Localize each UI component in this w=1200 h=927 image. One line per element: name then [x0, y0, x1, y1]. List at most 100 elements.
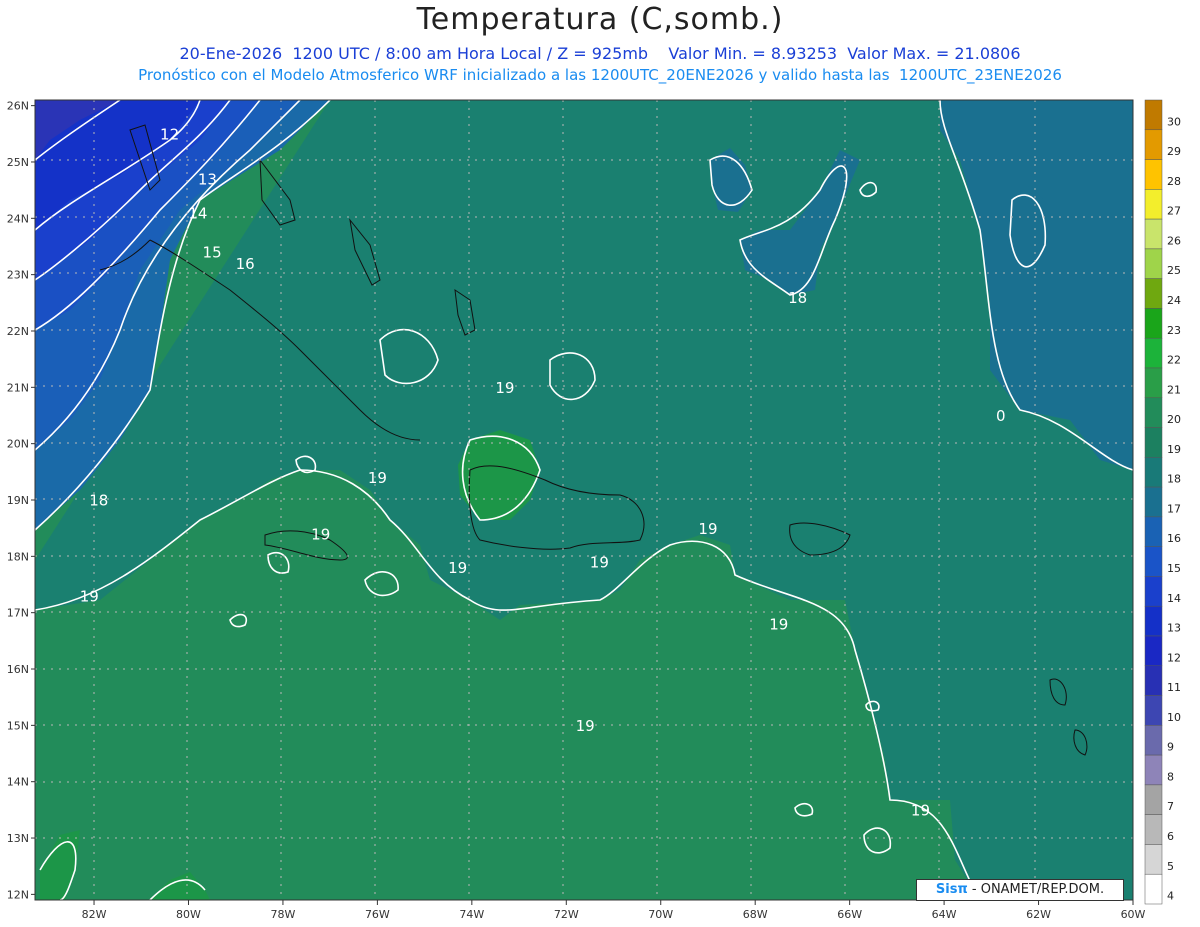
colorbar-swatch	[1144, 725, 1163, 756]
lat-tick-label: 19N	[7, 494, 29, 507]
lat-tick-label: 25N	[7, 156, 29, 169]
lat-tick-label: 21N	[7, 381, 29, 394]
contour-label: 19	[576, 717, 595, 735]
lon-tick-label: 72W	[554, 908, 579, 921]
colorbar-label: 4	[1167, 890, 1174, 903]
colorbar-label: 29	[1167, 145, 1181, 158]
lon-tick-label: 60W	[1121, 908, 1146, 921]
lat-tick-label: 18N	[7, 550, 29, 563]
colorbar-swatch	[1144, 516, 1163, 547]
colorbar-swatch	[1144, 218, 1163, 250]
colorbar-label: 14	[1167, 592, 1181, 605]
contour-label: 19	[80, 587, 99, 605]
lat-tick-label: 15N	[7, 719, 29, 732]
contour-label: 19	[590, 554, 609, 572]
contour-label: 19	[311, 525, 330, 543]
colorbar-label: 28	[1167, 175, 1181, 188]
lat-tick-label: 23N	[7, 269, 29, 282]
lon-tick-label: 80W	[176, 908, 201, 921]
colorbar-label: 6	[1167, 830, 1174, 843]
colorbar-label: 26	[1167, 234, 1181, 247]
colorbar-swatch	[1144, 635, 1163, 667]
colorbar-swatch	[1144, 665, 1163, 696]
colorbar-label: 18	[1167, 473, 1181, 486]
contour-label: 19	[911, 801, 930, 819]
contour-label: 15	[203, 244, 222, 262]
contour-label: 19	[448, 559, 467, 577]
lat-tick-label: 12N	[7, 888, 29, 901]
colorbar: 30 29 28 27 26 25 24 23 22 21 20 19 18 17 16 15 14 13 12 11…	[1144, 99, 1181, 905]
contour-label: 0	[996, 407, 1006, 425]
lat-tick-label: 17N	[7, 607, 29, 620]
temperature-map: 12131415161819191919191919191919180 82W 8…	[7, 99, 1181, 921]
colorbar-label: 10	[1167, 711, 1181, 724]
contour-label: 18	[89, 492, 108, 510]
colorbar-label: 27	[1167, 205, 1181, 218]
longitude-axis: 82W 80W 78W 76W 74W 72W 70W 68W 66W 64W 62W 60W	[82, 900, 1146, 921]
colorbar-swatch	[1144, 784, 1163, 815]
colorbar-swatch	[1144, 397, 1163, 428]
contour-label: 19	[495, 379, 514, 397]
lon-tick-label: 78W	[270, 908, 295, 921]
contour-label: 19	[698, 520, 717, 538]
colorbar-swatch	[1144, 844, 1163, 875]
colorbar-swatch	[1144, 99, 1163, 131]
colorbar-swatch	[1144, 695, 1163, 726]
colorbar-label: 21	[1167, 383, 1181, 396]
colorbar-swatch	[1144, 189, 1163, 220]
colorbar-label: 19	[1167, 443, 1181, 456]
colorbar-swatch	[1144, 605, 1163, 637]
lon-tick-label: 74W	[459, 908, 484, 921]
colorbar-swatch	[1144, 308, 1163, 339]
colorbar-label: 30	[1167, 115, 1181, 128]
lon-tick-label: 76W	[365, 908, 390, 921]
colorbar-swatch	[1144, 427, 1163, 458]
colorbar-label: 24	[1167, 294, 1181, 307]
credit-box: Sisπ - ONAMET/REP.DOM.	[916, 879, 1124, 901]
colorbar-swatch	[1144, 486, 1163, 518]
lat-tick-label: 22N	[7, 325, 29, 338]
contour-label: 12	[160, 125, 179, 143]
colorbar-swatch	[1144, 129, 1163, 160]
colorbar-label: 23	[1167, 324, 1181, 337]
lon-tick-label: 70W	[648, 908, 673, 921]
colorbar-label: 22	[1167, 354, 1181, 367]
colorbar-label: 25	[1167, 264, 1181, 277]
lat-tick-label: 20N	[7, 438, 29, 451]
colorbar-label: 12	[1167, 651, 1181, 664]
colorbar-swatch	[1144, 248, 1163, 279]
lat-tick-label: 24N	[7, 212, 29, 225]
lat-tick-label: 14N	[7, 776, 29, 789]
colorbar-swatch	[1144, 873, 1163, 905]
colorbar-label: 5	[1167, 860, 1174, 873]
colorbar-label: 20	[1167, 413, 1181, 426]
colorbar-swatch	[1144, 576, 1163, 607]
lon-tick-label: 62W	[1026, 908, 1051, 921]
colorbar-swatch	[1144, 457, 1163, 488]
colorbar-swatch	[1144, 754, 1163, 786]
colorbar-swatch	[1144, 814, 1163, 845]
lat-tick-label: 26N	[7, 100, 29, 113]
lon-tick-label: 68W	[743, 908, 768, 921]
contour-label: 13	[198, 171, 217, 189]
colorbar-swatch	[1144, 159, 1163, 190]
colorbar-label: 11	[1167, 681, 1181, 694]
lat-tick-label: 13N	[7, 832, 29, 845]
colorbar-label: 13	[1167, 622, 1181, 635]
contour-label: 18	[788, 289, 807, 307]
colorbar-label: 8	[1167, 770, 1174, 783]
colorbar-label: 7	[1167, 800, 1174, 813]
contour-label: 19	[769, 616, 788, 634]
lon-tick-label: 66W	[837, 908, 862, 921]
colorbar-label: 16	[1167, 532, 1181, 545]
colorbar-swatch	[1144, 337, 1163, 369]
colorbar-swatch	[1144, 278, 1163, 309]
contour-label: 19	[368, 469, 387, 487]
contour-label: 14	[188, 204, 207, 222]
colorbar-label: 9	[1167, 741, 1174, 754]
contour-label: 16	[236, 255, 255, 273]
colorbar-swatch	[1144, 546, 1163, 577]
lat-tick-label: 16N	[7, 663, 29, 676]
colorbar-swatch	[1144, 367, 1163, 399]
credit-text: - ONAMET/REP.DOM.	[967, 882, 1105, 897]
